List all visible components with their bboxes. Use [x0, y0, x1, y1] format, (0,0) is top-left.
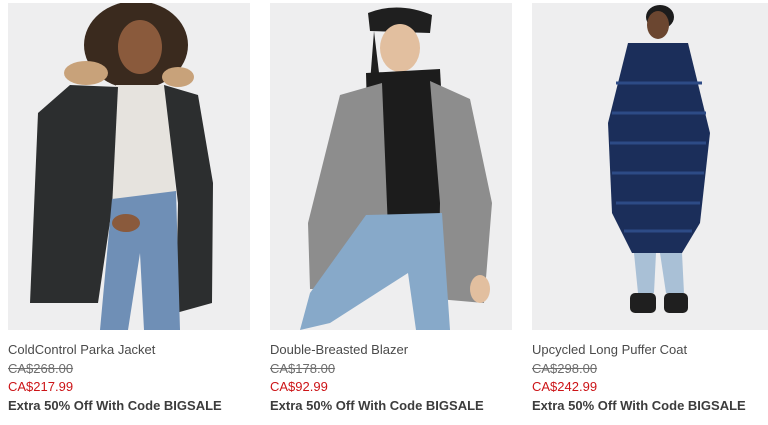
- promo-text: Extra 50% Off With Code BIGSALE: [532, 398, 746, 413]
- product-image-double-breasted-blazer[interactable]: [270, 3, 512, 330]
- product-name[interactable]: Double-Breasted Blazer: [270, 342, 408, 357]
- original-price: CA$268.00: [8, 361, 74, 376]
- product-image-parka-jacket[interactable]: [8, 3, 250, 330]
- sale-price: CA$92.99: [270, 379, 328, 394]
- product-name[interactable]: ColdControl Parka Jacket: [8, 342, 155, 357]
- product-grid: ColdControl Parka Jacket CA$268.00 CA$21…: [8, 3, 768, 425]
- promo-text: Extra 50% Off With Code BIGSALE: [270, 398, 484, 413]
- original-price: CA$178.00: [270, 361, 336, 376]
- product-card[interactable]: Double-Breasted Blazer CA$178.00 CA$92.9…: [270, 3, 512, 423]
- original-price: CA$298.00: [532, 361, 598, 376]
- parka-jacket-photo: [8, 3, 250, 330]
- product-image-long-puffer-coat[interactable]: [532, 3, 768, 330]
- sale-price: CA$242.99: [532, 379, 598, 394]
- puffer-coat-photo: [532, 3, 768, 330]
- product-card[interactable]: Upcycled Long Puffer Coat CA$298.00 CA$2…: [532, 3, 768, 423]
- promo-text: Extra 50% Off With Code BIGSALE: [8, 398, 222, 413]
- product-card[interactable]: ColdControl Parka Jacket CA$268.00 CA$21…: [8, 3, 250, 423]
- product-name[interactable]: Upcycled Long Puffer Coat: [532, 342, 687, 357]
- blazer-photo: [270, 3, 512, 330]
- sale-price: CA$217.99: [8, 379, 74, 394]
